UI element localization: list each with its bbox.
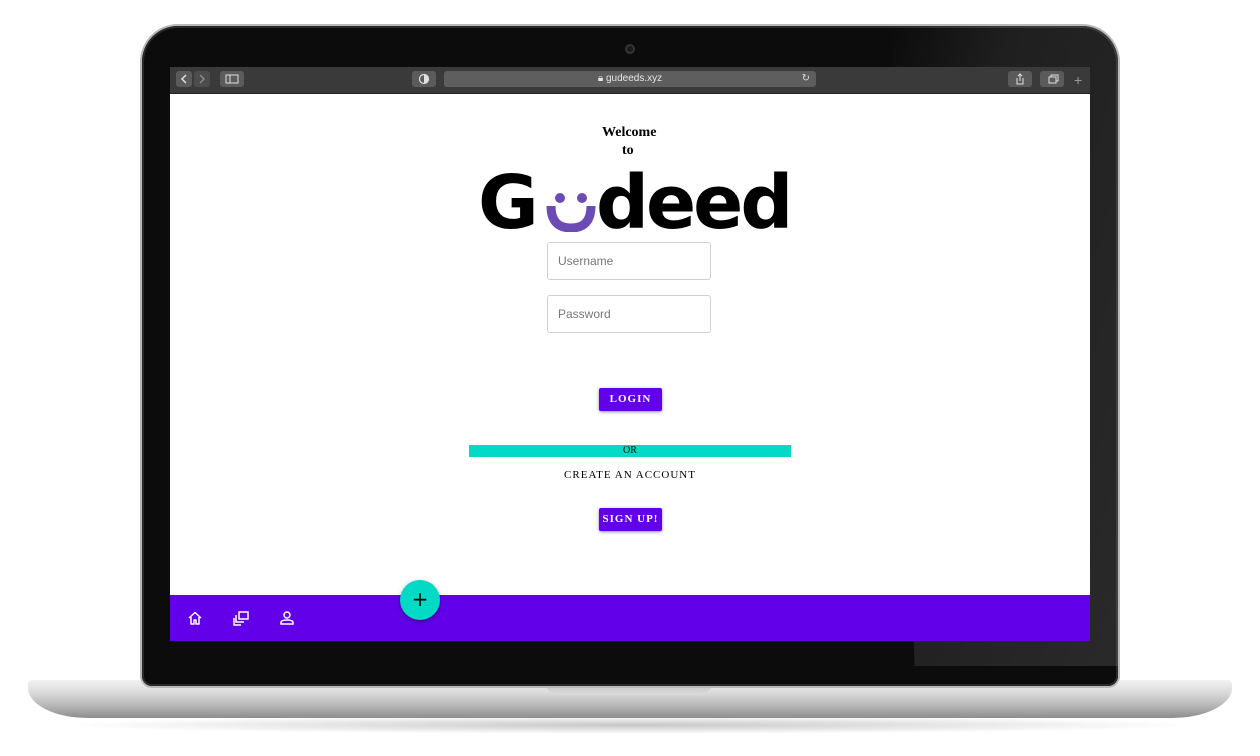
bottom-nav [170, 595, 1090, 641]
tabs-icon[interactable] [1040, 71, 1064, 87]
profile-icon[interactable] [278, 609, 296, 627]
add-fab-button[interactable]: + [400, 580, 440, 620]
create-account-label: CREATE AN ACCOUNT [564, 469, 696, 481]
welcome-line-2: to [622, 143, 634, 158]
sidebar-icon[interactable] [220, 71, 244, 87]
login-button[interactable]: LOGIN [599, 388, 662, 411]
lock-icon: 🔒︎ [597, 73, 604, 84]
collections-icon[interactable] [232, 609, 250, 627]
share-icon[interactable] [1008, 71, 1032, 87]
reload-icon[interactable]: ↻ [802, 71, 810, 87]
gudeeds-logo: G deeds [478, 160, 834, 246]
laptop-shadow [60, 716, 1200, 734]
password-input[interactable] [547, 295, 711, 333]
home-icon[interactable] [186, 609, 204, 627]
address-bar[interactable]: 🔒︎ gudeeds.xyz ↻ [444, 71, 816, 87]
signup-button[interactable]: SIGN UP! [599, 508, 662, 531]
browser-toolbar: 🔒︎ gudeeds.xyz ↻ + [170, 67, 1090, 94]
shield-icon[interactable] [412, 71, 436, 87]
welcome-line-1: Welcome [602, 125, 657, 140]
username-input[interactable] [547, 242, 711, 280]
screen: 🔒︎ gudeeds.xyz ↻ + Welcome to G deeds LO… [170, 67, 1090, 641]
svg-text:G: G [478, 164, 536, 232]
url-text: gudeeds.xyz [605, 73, 663, 84]
or-divider: OR [469, 445, 791, 457]
camera-icon [625, 44, 635, 54]
new-tab-icon[interactable]: + [1074, 73, 1082, 87]
svg-text:deeds: deeds [596, 164, 788, 232]
back-icon[interactable] [176, 71, 192, 87]
forward-icon[interactable] [194, 71, 210, 87]
